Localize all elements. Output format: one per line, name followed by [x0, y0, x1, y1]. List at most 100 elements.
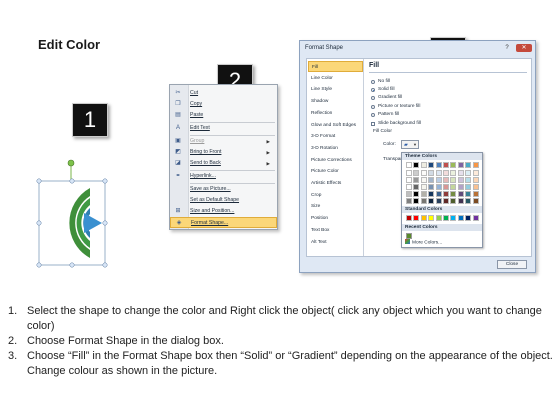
theme-color-swatch[interactable]: [457, 177, 464, 183]
nav-item[interactable]: Position: [308, 213, 363, 224]
theme-color-swatch[interactable]: [443, 162, 449, 168]
theme-color-swatch[interactable]: [457, 170, 464, 176]
theme-color-swatch[interactable]: [443, 191, 449, 197]
nav-item[interactable]: Glow and Soft Edges: [308, 120, 363, 131]
theme-color-swatch[interactable]: [472, 170, 479, 176]
theme-color-swatch[interactable]: [435, 162, 442, 168]
nav-item[interactable]: Alt Text: [308, 237, 363, 248]
theme-color-swatch[interactable]: [420, 191, 427, 197]
theme-color-swatch[interactable]: [465, 162, 472, 168]
theme-color-swatch[interactable]: [435, 198, 442, 204]
menu-item[interactable]: ◪ Send to Back ▶: [170, 158, 277, 169]
theme-color-swatch[interactable]: [443, 184, 449, 190]
theme-color-swatch[interactable]: [406, 198, 412, 204]
theme-color-swatch[interactable]: [420, 198, 427, 204]
theme-color-swatch[interactable]: [472, 191, 479, 197]
theme-color-swatch[interactable]: [435, 170, 442, 176]
theme-color-swatch[interactable]: [420, 170, 427, 176]
standard-color-swatch[interactable]: [457, 215, 464, 221]
nav-item[interactable]: Size: [308, 201, 363, 212]
theme-color-swatch[interactable]: [457, 198, 464, 204]
standard-color-swatch[interactable]: [465, 215, 472, 221]
theme-color-swatch[interactable]: [465, 177, 472, 183]
theme-color-swatch[interactable]: [450, 170, 457, 176]
theme-color-swatch[interactable]: [413, 162, 420, 168]
theme-color-swatch[interactable]: [435, 191, 442, 197]
selected-shape[interactable]: [34, 158, 114, 278]
theme-color-swatch[interactable]: [428, 177, 435, 183]
theme-color-swatch[interactable]: [428, 184, 435, 190]
menu-item[interactable]: ⊞ Size and Position...: [170, 206, 277, 217]
theme-color-swatch[interactable]: [406, 177, 412, 183]
theme-color-swatch[interactable]: [450, 191, 457, 197]
theme-color-swatch[interactable]: [435, 184, 442, 190]
color-dropdown-button[interactable]: ▰ ▼: [401, 140, 419, 149]
standard-color-swatch[interactable]: [413, 215, 420, 221]
theme-color-swatch[interactable]: [413, 170, 420, 176]
theme-color-swatch[interactable]: [413, 184, 420, 190]
theme-color-swatch[interactable]: [472, 184, 479, 190]
theme-color-swatch[interactable]: [406, 184, 412, 190]
menu-item[interactable]: ✂ Cut: [170, 88, 277, 99]
theme-color-swatch[interactable]: [428, 198, 435, 204]
close-icon[interactable]: ✕: [516, 44, 532, 52]
theme-color-swatch[interactable]: [443, 170, 449, 176]
nav-item[interactable]: 3-D Rotation: [308, 143, 363, 154]
theme-color-swatch[interactable]: [428, 162, 435, 168]
nav-item[interactable]: Picture Corrections: [308, 155, 363, 166]
nav-item[interactable]: Text Box: [308, 225, 363, 236]
menu-item[interactable]: ⚭ Hyperlink...: [170, 171, 277, 182]
help-button[interactable]: ?: [501, 44, 513, 52]
nav-item[interactable]: Reflection: [308, 108, 363, 119]
theme-color-swatch[interactable]: [443, 198, 449, 204]
menu-item[interactable]: ◈ Format Shape...: [170, 217, 277, 228]
theme-color-swatch[interactable]: [465, 191, 472, 197]
nav-item[interactable]: Picture Color: [308, 166, 363, 177]
menu-item[interactable]: A Edit Text: [170, 123, 277, 134]
theme-color-swatch[interactable]: [406, 191, 412, 197]
nav-item[interactable]: Fill: [308, 61, 363, 72]
theme-color-swatch[interactable]: [413, 198, 420, 204]
menu-item[interactable]: ▣ Group ▶: [170, 136, 277, 147]
theme-color-swatch[interactable]: [450, 198, 457, 204]
theme-color-swatch[interactable]: [406, 170, 412, 176]
standard-color-swatch[interactable]: [472, 215, 479, 221]
nav-item[interactable]: Crop: [308, 190, 363, 201]
dialog-close-button[interactable]: Close: [497, 260, 527, 269]
theme-color-swatch[interactable]: [428, 170, 435, 176]
theme-color-swatch[interactable]: [457, 184, 464, 190]
menu-item[interactable]: Set as Default Shape: [170, 195, 277, 206]
nav-item[interactable]: Line Color: [308, 73, 363, 84]
theme-color-swatch[interactable]: [457, 162, 464, 168]
standard-color-swatch[interactable]: [420, 215, 427, 221]
theme-color-swatch[interactable]: [413, 191, 420, 197]
standard-color-swatch[interactable]: [435, 215, 442, 221]
theme-color-swatch[interactable]: [450, 184, 457, 190]
theme-color-swatch[interactable]: [435, 177, 442, 183]
menu-item[interactable]: ▤ Paste: [170, 110, 277, 121]
theme-color-swatch[interactable]: [457, 191, 464, 197]
theme-color-swatch[interactable]: [472, 162, 479, 168]
theme-color-swatch[interactable]: [443, 177, 449, 183]
nav-item[interactable]: Shadow: [308, 96, 363, 107]
theme-color-swatch[interactable]: [472, 177, 479, 183]
theme-color-swatch[interactable]: [420, 177, 427, 183]
theme-color-swatch[interactable]: [428, 191, 435, 197]
nav-item[interactable]: 3-D Format: [308, 131, 363, 142]
standard-color-swatch[interactable]: [406, 215, 412, 221]
more-colors-button[interactable]: More Colors...: [405, 239, 442, 247]
menu-item[interactable]: ❐ Copy: [170, 99, 277, 110]
theme-color-swatch[interactable]: [465, 184, 472, 190]
theme-color-swatch[interactable]: [472, 198, 479, 204]
standard-color-swatch[interactable]: [450, 215, 457, 221]
theme-color-swatch[interactable]: [413, 177, 420, 183]
menu-item[interactable]: ◩ Bring to Front ▶: [170, 147, 277, 158]
theme-color-swatch[interactable]: [450, 162, 457, 168]
theme-color-swatch[interactable]: [450, 177, 457, 183]
theme-color-swatch[interactable]: [420, 184, 427, 190]
theme-color-swatch[interactable]: [465, 198, 472, 204]
standard-color-swatch[interactable]: [428, 215, 435, 221]
theme-color-swatch[interactable]: [420, 162, 427, 168]
nav-item[interactable]: Artistic Effects: [308, 178, 363, 189]
theme-color-swatch[interactable]: [406, 162, 412, 168]
